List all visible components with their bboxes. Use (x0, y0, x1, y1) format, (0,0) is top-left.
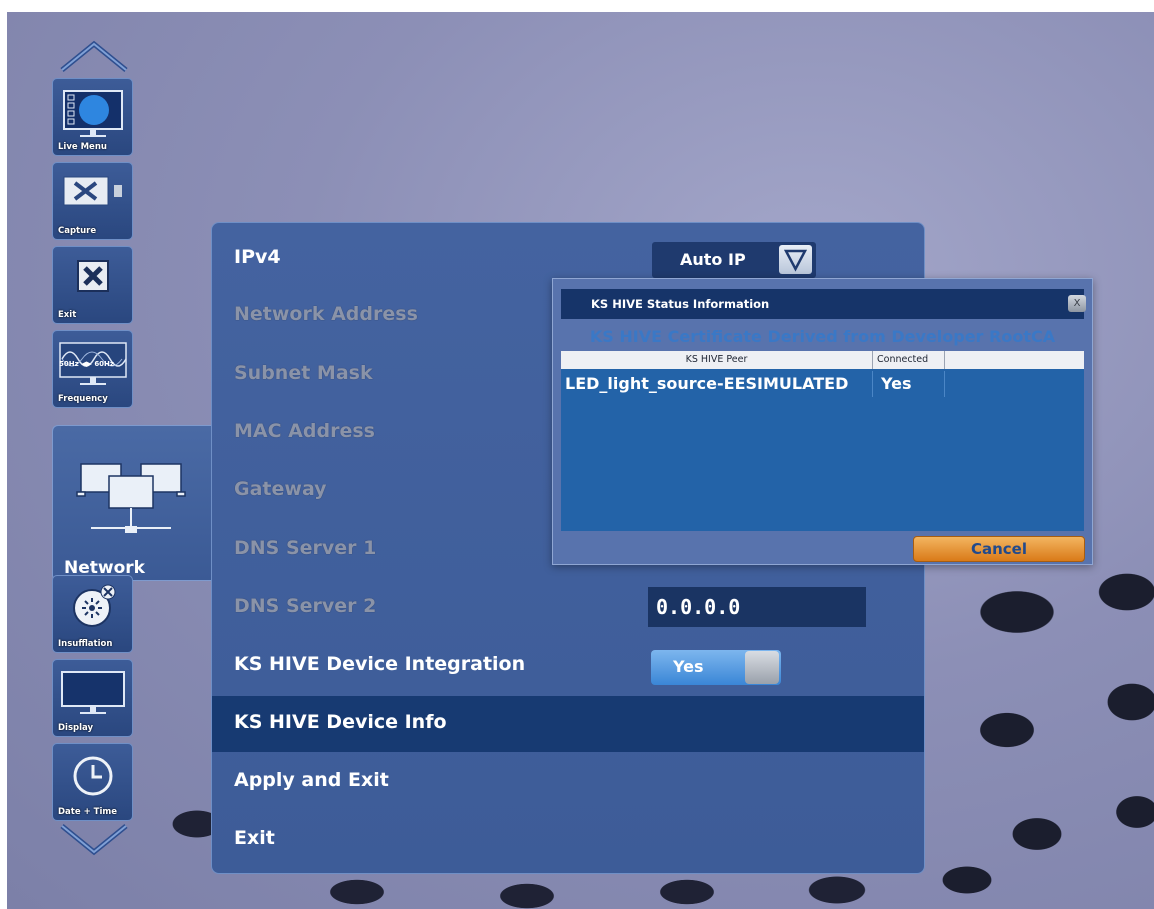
ipv4-mode-value: Auto IP (680, 250, 746, 269)
tools-icon (63, 176, 122, 206)
sidebar-item-insufflation[interactable]: Insufflation (52, 575, 133, 653)
monitor-icon (63, 90, 123, 137)
desktop-background: Live Menu Capture Exit 50Hz ◀▶ 60Hz Freq… (7, 12, 1154, 909)
toggle-knob[interactable] (745, 651, 779, 684)
row-gateway: Gateway (234, 478, 327, 500)
dns-server-2-field[interactable]: 0.0.0.0 (648, 587, 866, 627)
connected-cell: Yes (873, 371, 945, 397)
hive-status-dialog: KS HIVE Status Information X KS HIVE Cer… (552, 278, 1093, 565)
close-button[interactable]: X (1068, 295, 1086, 312)
sidebar-item-label: Capture (58, 226, 97, 236)
display-icon (61, 671, 125, 714)
sidebar-item-live-menu[interactable]: Live Menu (52, 78, 133, 156)
sidebar-item-label: Live Menu (58, 142, 107, 152)
scroll-up-arrow-icon[interactable] (59, 40, 129, 74)
network-icon (76, 463, 186, 533)
sidebar-item-label: Insufflation (58, 639, 113, 649)
table-row[interactable]: LED_light_source-EESIMULATED Yes (561, 351, 1084, 397)
sidebar-item-exit[interactable]: Exit (52, 246, 133, 324)
row-mac-address: MAC Address (234, 420, 375, 442)
exit-x-icon (77, 260, 109, 292)
insufflation-icon (73, 584, 116, 627)
row-hive-device-info[interactable]: KS HIVE Device Info (234, 711, 447, 733)
sidebar-item-label: Frequency (58, 394, 108, 404)
sidebar-item-display[interactable]: Display (52, 659, 133, 737)
row-ipv4[interactable]: IPv4 (234, 246, 281, 268)
dialog-title: KS HIVE Status Information (591, 297, 770, 311)
ipv4-mode-dropdown[interactable]: Auto IP (652, 242, 816, 278)
frequency-caption: 50Hz ◀▶ 60Hz (59, 360, 114, 368)
sidebar-item-label: Exit (58, 310, 77, 320)
sidebar-item-label: Date + Time (58, 807, 117, 817)
peer-table: KS HIVE Peer Connected LED_light_source-… (561, 351, 1084, 531)
peer-name-cell: LED_light_source-EESIMULATED (565, 371, 873, 397)
dropdown-button[interactable] (779, 245, 812, 274)
toggle-label: Yes (673, 657, 704, 676)
sidebar-item-frequency[interactable]: 50Hz ◀▶ 60Hz Frequency (52, 330, 133, 408)
sidebar-item-capture[interactable]: Capture (52, 162, 133, 240)
row-exit[interactable]: Exit (234, 827, 275, 849)
sidebar-item-label: Display (58, 723, 94, 733)
row-hive-integration[interactable]: KS HIVE Device Integration (234, 653, 525, 675)
sidebar-item-network[interactable]: Network (52, 425, 218, 581)
row-apply-and-exit[interactable]: Apply and Exit (234, 769, 389, 791)
dialog-titlebar: KS HIVE Status Information X (561, 289, 1086, 319)
sidebar-item-date-time[interactable]: Date + Time (52, 743, 133, 821)
row-dns-server-1: DNS Server 1 (234, 537, 377, 559)
row-subnet-mask: Subnet Mask (234, 362, 373, 384)
certificate-info: KS HIVE Certificate Derived from Develop… (589, 327, 1056, 346)
cancel-button[interactable]: Cancel (913, 536, 1085, 562)
triangle-down-icon (783, 249, 808, 272)
row-dns-server-2: DNS Server 2 (234, 595, 377, 617)
clock-icon (73, 756, 113, 796)
row-network-address: Network Address (234, 303, 418, 325)
scroll-down-arrow-icon[interactable] (59, 822, 129, 856)
hive-integration-toggle[interactable]: Yes (651, 650, 781, 685)
